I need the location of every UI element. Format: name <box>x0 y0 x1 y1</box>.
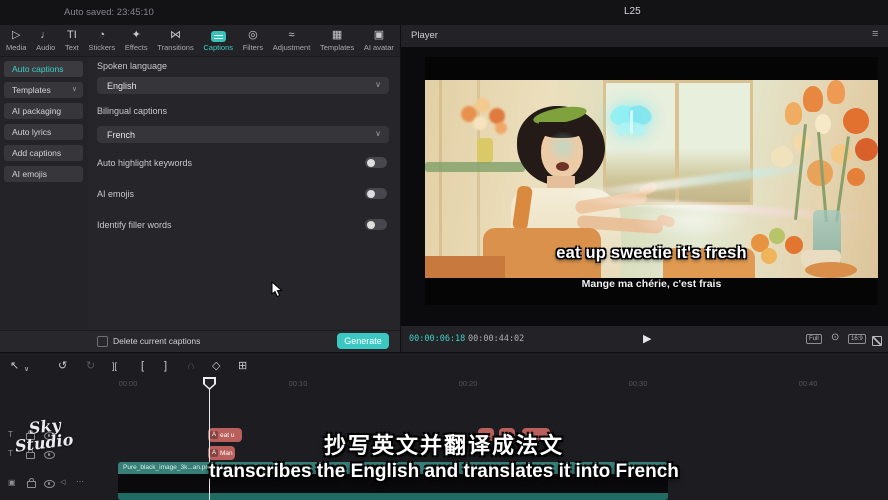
player-title: Player <box>411 30 438 41</box>
cover-icon[interactable]: ◇ <box>212 359 220 373</box>
project-title: L25 <box>624 6 641 17</box>
subtitle-english: transcribes the English and translates i… <box>0 461 888 483</box>
flower-bouquet-left <box>459 96 515 140</box>
select-tool-icon[interactable]: ↖ <box>10 359 19 373</box>
tab-media[interactable]: ▷Media <box>6 29 26 52</box>
ruler-label: 00:40 <box>778 379 838 388</box>
butterfly-hologram <box>608 102 654 140</box>
undo-icon[interactable]: ↺ <box>58 359 67 373</box>
ai-emojis-label: AI emojis <box>97 189 134 199</box>
ai-emojis-toggle[interactable] <box>365 188 387 199</box>
aspect-ratio-button[interactable]: 16:9 <box>848 334 866 344</box>
autosave-status: Auto saved: 23:45:10 <box>64 7 154 18</box>
auto-highlight-keywords-toggle[interactable] <box>365 157 387 168</box>
magnet-icon[interactable]: ∩ <box>187 359 195 373</box>
vase-left <box>477 138 493 164</box>
shelf <box>425 162 525 172</box>
auto-highlight-keywords-label: Auto highlight keywords <box>97 158 192 168</box>
tab-transitions[interactable]: ⋈Transitions <box>157 29 193 52</box>
delete-current-captions-label: Delete current captions <box>113 336 200 346</box>
sidebar-item-auto-lyrics[interactable]: Auto lyrics <box>4 124 83 140</box>
spoken-language-label: Spoken language <box>97 61 167 71</box>
chevron-down-icon: ∨ <box>375 80 381 89</box>
player-menu-icon[interactable]: ≡ <box>872 28 878 40</box>
stickers-icon: ◔ <box>98 29 105 42</box>
filters-icon: ◎ <box>248 29 258 42</box>
delete-left-icon[interactable]: [ <box>141 359 144 373</box>
light-glow <box>630 200 750 240</box>
woman-mouth <box>556 162 569 171</box>
chevron-down-icon: ∨ <box>375 129 381 138</box>
identify-filler-words-toggle[interactable] <box>365 219 387 230</box>
fullscreen-icon[interactable] <box>872 336 882 346</box>
split-icon[interactable]: ][ <box>112 359 117 373</box>
zoom-fit-icon[interactable]: ⊙ <box>831 332 839 343</box>
media-tabs-bar: ▷Media ♩Audio TIText ◔Stickers ✦Effects … <box>0 25 400 57</box>
playhead-handle[interactable] <box>203 377 216 390</box>
identify-filler-words-label: Identify filler words <box>97 220 172 230</box>
tab-stickers[interactable]: ◔Stickers <box>88 29 115 52</box>
video-preview[interactable]: eat up sweetie it's fresh Mange ma chéri… <box>425 57 878 305</box>
total-duration: 00:00:44:02 <box>468 334 524 344</box>
text-icon: TI <box>67 29 77 42</box>
ruler-label: 00:20 <box>438 379 498 388</box>
subtitle-chinese: 抄写英文并翻译成法文 <box>0 428 888 460</box>
ruler-label: 00:30 <box>608 379 668 388</box>
transitions-icon: ⋈ <box>170 29 181 42</box>
adjustment-icon: ≈ <box>289 29 295 42</box>
sidebar-item-ai-emojis[interactable]: AI emojis <box>4 166 83 182</box>
ruler-label: 00:10 <box>268 379 328 388</box>
tab-audio[interactable]: ♩Audio <box>36 29 55 52</box>
tab-ai-avatar[interactable]: ▣AI avatar <box>364 29 394 52</box>
templates-icon: ▦ <box>332 29 342 42</box>
delete-current-captions-checkbox[interactable] <box>97 336 108 347</box>
generate-button[interactable]: Generate <box>337 333 389 349</box>
face-glow <box>545 132 581 162</box>
mouse-cursor <box>271 281 284 298</box>
player-header <box>400 25 888 48</box>
delete-right-icon[interactable]: ] <box>164 359 167 373</box>
play-button[interactable]: ▶ <box>643 332 651 345</box>
tab-captions[interactable]: Captions <box>203 30 233 52</box>
audio-icon: ♩ <box>40 29 51 42</box>
chevron-down-icon: ∨ <box>72 82 77 98</box>
tab-templates[interactable]: ▦Templates <box>320 29 354 52</box>
ruler-label: 00:00 <box>98 379 158 388</box>
auto-caption-tool-icon[interactable]: ⊞ <box>238 359 247 373</box>
redo-icon[interactable]: ↻ <box>86 359 95 373</box>
tab-filters[interactable]: ◎Filters <box>243 29 263 52</box>
bilingual-captions-label: Bilingual captions <box>97 106 167 116</box>
select-tool-chevron-icon[interactable]: ∨ <box>24 363 29 377</box>
spoken-language-select[interactable]: English ∨ <box>97 77 389 94</box>
tab-effects[interactable]: ✦Effects <box>125 29 148 52</box>
video-caption-french: Mange ma chérie, c'est frais <box>425 278 878 290</box>
sidebar-item-add-captions[interactable]: Add captions <box>4 145 83 161</box>
ai-avatar-icon: ▣ <box>374 29 384 42</box>
sidebar-item-templates[interactable]: Templates∨ <box>4 82 83 98</box>
tab-text[interactable]: TIText <box>65 29 79 52</box>
sidebar-item-ai-packaging[interactable]: AI packaging <box>4 103 83 119</box>
tab-adjustment[interactable]: ≈Adjustment <box>273 29 311 52</box>
sidebar-item-auto-captions[interactable]: Auto captions <box>4 61 83 77</box>
captions-icon <box>211 31 226 42</box>
video-clip-audio <box>118 493 668 500</box>
effects-icon: ✦ <box>132 29 141 42</box>
full-preview-button[interactable]: Full <box>806 334 822 344</box>
capcut-window: Auto saved: 23:45:10 L25 ▷Media ♩Audio T… <box>0 0 888 500</box>
media-icon: ▷ <box>12 29 20 42</box>
video-caption-english: eat up sweetie it's fresh <box>425 244 878 263</box>
current-time: 00:00:06:18 <box>409 334 465 344</box>
bilingual-captions-select[interactable]: French ∨ <box>97 126 389 143</box>
